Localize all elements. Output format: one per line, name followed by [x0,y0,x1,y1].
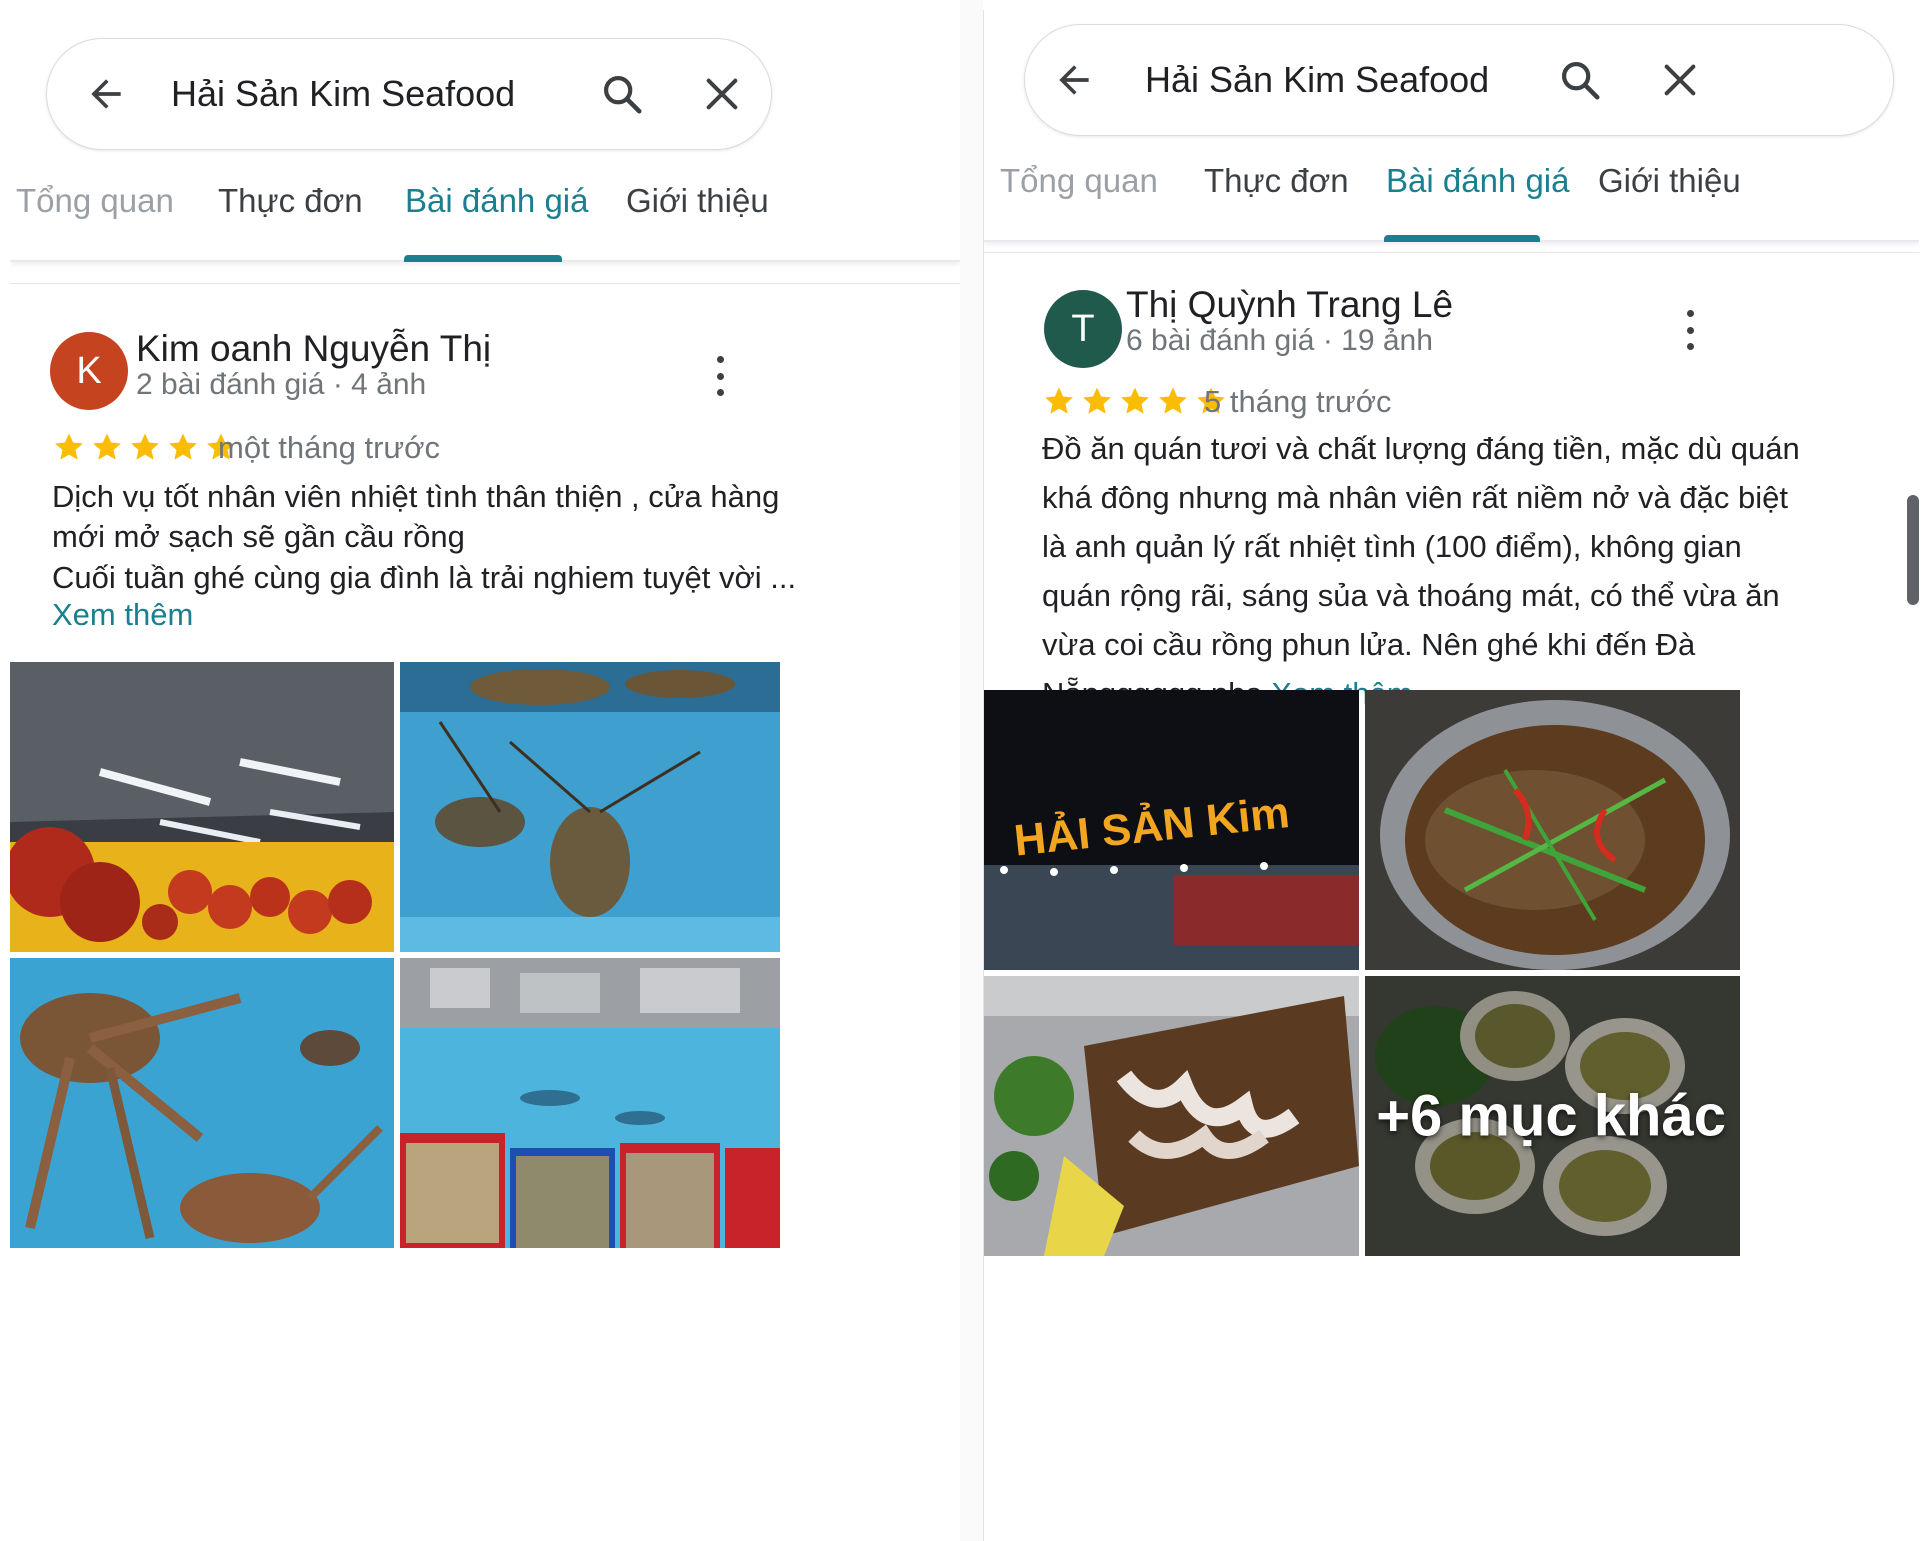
review-line: vừa coi cầu rồng phun lửa. Nên ghé khi đ… [1042,627,1696,662]
star-icon [1083,387,1111,414]
search-query[interactable]: Hải Sản Kim Seafood [1145,59,1489,101]
more-photos-label[interactable]: +6 mục khác [1376,1083,1726,1150]
star-icon [169,433,197,460]
scrollbar-thumb[interactable] [1907,495,1919,605]
tab-about[interactable]: Giới thiệu [1598,162,1741,200]
review-line: Đồ ăn quán tươi và chất lượng đáng tiền,… [1042,431,1800,466]
star-icon [1121,387,1149,414]
tab-reviews[interactable]: Bài đánh giá [405,182,588,220]
star-icon [55,433,83,460]
reviewer-meta: 6 bài đánh giá · 19 ảnh [1126,324,1433,357]
active-tab-indicator [404,255,562,262]
review-line: khá đông nhưng mà nhân viên rất niềm nở … [1042,480,1788,515]
tab-overview[interactable]: Tổng quan [16,182,174,220]
star-icon [1045,387,1073,414]
screenshot-right: Hải Sản Kim Seafood Tổng quan Thực đơn B… [983,10,1919,1541]
review-photos: HẢI SẢN Kim +6 mục khác [984,690,1902,1256]
steamed-fish-photo[interactable] [1365,690,1740,970]
search-query[interactable]: Hải Sản Kim Seafood [171,73,515,115]
more-options-icon[interactable] [1680,310,1700,350]
tab-reviews[interactable]: Bài đánh giá [1386,162,1569,200]
tab-about[interactable]: Giới thiệu [626,182,769,220]
star-icon [93,433,121,460]
reviewer-meta: 2 bài đánh giá · 4 ảnh [136,368,427,401]
review-line: quán rộng rãi, sáng sủa và thoáng mát, c… [1042,578,1780,613]
seafood-tank-baskets-photo[interactable] [400,958,780,1248]
review-text: Đồ ăn quán tươi và chất lượng đáng tiền,… [1042,424,1902,718]
more-options-icon[interactable] [710,356,730,396]
arrow-left-icon[interactable] [77,65,135,123]
star-icon [131,433,159,460]
close-x-icon[interactable] [693,65,751,123]
divider [10,283,960,284]
king-crab-tank-photo[interactable] [10,958,394,1248]
storefront-sign-photo[interactable]: HẢI SẢN Kim [984,690,1359,970]
restaurant-interior-photo[interactable] [10,662,394,952]
tab-menu[interactable]: Thực đơn [218,182,363,220]
avatar[interactable]: K [50,332,128,410]
review-time: 5 tháng trước [1204,384,1392,419]
tab-overview[interactable]: Tổng quan [1000,162,1158,200]
review-photos [10,662,780,1248]
review-line: là anh quản lý rất nhiệt tình (100 điểm)… [1042,529,1742,564]
tab-bar: Tổng quan Thực đơn Bài đánh giá Giới thi… [10,160,960,262]
rating-stars [1042,384,1228,418]
search-bar[interactable]: Hải Sản Kim Seafood [1024,24,1894,136]
arrow-left-icon[interactable] [1045,51,1103,109]
divider [984,252,1919,253]
magnifier-icon[interactable] [1551,51,1609,109]
avatar[interactable]: T [1044,290,1122,368]
active-tab-indicator [1384,235,1540,242]
tab-bar: Tổng quan Thực đơn Bài đánh giá Giới thi… [984,140,1919,242]
search-bar[interactable]: Hải Sản Kim Seafood [46,38,772,150]
squid-platter-photo[interactable] [984,976,1359,1256]
tab-menu[interactable]: Thực đơn [1204,162,1349,200]
reviewer-name[interactable]: Thị Quỳnh Trang Lê [1126,284,1453,326]
magnifier-icon[interactable] [593,65,651,123]
star-icon [1159,387,1187,414]
close-x-icon[interactable] [1651,51,1709,109]
review-time: một tháng trước [218,430,440,465]
review-text: Dịch vụ tốt nhân viên nhiệt tình thân th… [52,472,932,639]
lobster-tank-photo[interactable] [400,662,780,952]
rating-stars [52,430,238,464]
panel-gutter [960,0,983,1541]
reviewer-name[interactable]: Kim oanh Nguyễn Thị [136,328,491,370]
grilled-oysters-photo[interactable]: +6 mục khác [1365,976,1740,1256]
screenshot-left: Hải Sản Kim Seafood Tổng quan Thực đơn B… [10,10,960,1541]
